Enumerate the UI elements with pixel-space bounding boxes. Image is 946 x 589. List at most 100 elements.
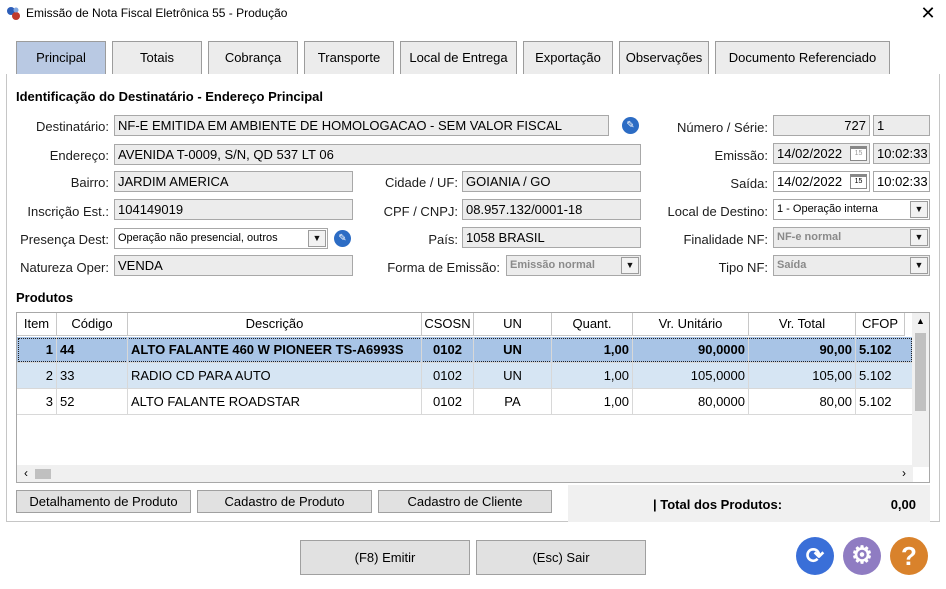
pais-field[interactable]: 1058 BRASIL: [462, 227, 641, 248]
numero-field[interactable]: 727: [773, 115, 870, 136]
emissao-label: Emissão:: [714, 148, 768, 163]
column-header-csosn[interactable]: CSOSN: [422, 313, 474, 336]
scroll-left-icon[interactable]: ‹: [19, 465, 33, 482]
scroll-up-icon[interactable]: ▲: [912, 313, 929, 330]
edit-presenca-icon[interactable]: ✎: [334, 230, 351, 247]
bairro-label: Bairro:: [70, 175, 109, 190]
cadastro-produto-button[interactable]: Cadastro de Produto: [197, 490, 372, 513]
cell-vr-unitario: 90,0000: [633, 337, 749, 363]
saida-time-field[interactable]: 10:02:33: [873, 171, 930, 192]
column-header-un[interactable]: UN: [474, 313, 552, 336]
cell-csosn: 0102: [422, 337, 474, 363]
tab-observacoes[interactable]: Observações: [619, 41, 709, 74]
tipo-nf-value: Saída: [777, 259, 807, 271]
column-header-descricao[interactable]: Descrição: [128, 313, 422, 336]
column-header-item[interactable]: Item: [17, 313, 57, 336]
cell-codigo: 52: [57, 389, 128, 415]
tab-exportacao[interactable]: Exportação: [523, 41, 613, 74]
vertical-scroll-thumb[interactable]: [915, 333, 926, 411]
column-header-vr-unitario[interactable]: Vr. Unitário: [633, 313, 749, 336]
section-title: Identificação do Destinatário - Endereço…: [16, 89, 324, 104]
total-bar: | Total dos Produtos: 0,00: [568, 485, 930, 522]
refresh-icon[interactable]: ⟳: [796, 537, 834, 575]
emitir-button[interactable]: (F8) Emitir: [300, 540, 470, 575]
presenca-value: Operação não presencial, outros: [118, 232, 278, 244]
endereco-field[interactable]: AVENIDA T-0009, S/N, QD 537 LT 06: [114, 144, 641, 165]
cell-descricao: RADIO CD PARA AUTO: [128, 363, 422, 389]
tab-documento-referenciado[interactable]: Documento Referenciado: [715, 41, 890, 74]
cell-item: 3: [17, 389, 57, 415]
cell-vr-total: 90,00: [749, 337, 856, 363]
cell-quant: 1,00: [552, 363, 633, 389]
sair-button[interactable]: (Esc) Sair: [476, 540, 646, 575]
cell-csosn: 0102: [422, 389, 474, 415]
inscricao-field[interactable]: 104149019: [114, 199, 353, 220]
saida-date-value: 14/02/2022: [777, 174, 843, 189]
tab-cobranca[interactable]: Cobrança: [208, 41, 298, 74]
destinatario-field[interactable]: NF-E EMITIDA EM AMBIENTE DE HOMOLOGACAO …: [114, 115, 609, 136]
close-button[interactable]: ✕: [912, 2, 944, 26]
cell-vr-unitario: 80,0000: [633, 389, 749, 415]
forma-emissao-select[interactable]: Emissão normal ▼: [506, 255, 641, 276]
horizontal-scrollbar[interactable]: ‹ ›: [17, 465, 913, 482]
cadastro-cliente-button[interactable]: Cadastro de Cliente: [378, 490, 552, 513]
horizontal-scroll-thumb[interactable]: [35, 469, 51, 479]
local-destino-select[interactable]: 1 - Operação interna ▼: [773, 199, 930, 220]
cell-quant: 1,00: [552, 389, 633, 415]
chevron-down-icon: ▼: [910, 229, 928, 246]
tab-totais[interactable]: Totais: [112, 41, 202, 74]
cell-item: 2: [17, 363, 57, 389]
cell-codigo: 33: [57, 363, 128, 389]
total-label: | Total dos Produtos:: [653, 497, 783, 512]
vertical-scrollbar[interactable]: ▲: [912, 313, 929, 467]
cell-un: UN: [474, 337, 552, 363]
table-row[interactable]: 1 44 ALTO FALANTE 460 W PIONEER TS-A6993…: [17, 337, 913, 363]
tipo-nf-label: Tipo NF:: [718, 260, 768, 275]
cell-cfop: 5.102: [856, 337, 913, 363]
edit-destinatario-icon[interactable]: ✎: [622, 117, 639, 134]
tab-local-entrega[interactable]: Local de Entrega: [400, 41, 517, 74]
cell-cfop: 5.102: [856, 363, 913, 389]
tab-transporte[interactable]: Transporte: [304, 41, 394, 74]
column-header-cfop[interactable]: CFOP: [856, 313, 905, 336]
emissao-time-field[interactable]: 10:02:33: [873, 143, 930, 164]
tab-principal[interactable]: Principal: [16, 41, 106, 74]
saida-date-field[interactable]: 14/02/2022 15: [773, 171, 870, 192]
help-icon[interactable]: ?: [890, 537, 928, 575]
settings-gear-icon[interactable]: ⚙: [843, 537, 881, 575]
cell-un: PA: [474, 389, 552, 415]
produtos-grid[interactable]: Item Código Descrição CSOSN UN Quant. Vr…: [16, 312, 930, 483]
cidade-uf-field[interactable]: GOIANIA / GO: [462, 171, 641, 192]
natureza-field[interactable]: VENDA: [114, 255, 353, 276]
table-row[interactable]: 3 52 ALTO FALANTE ROADSTAR 0102 PA 1,00 …: [17, 389, 913, 415]
destinatario-label: Destinatário:: [36, 119, 109, 134]
chevron-down-icon: ▼: [621, 257, 639, 274]
cell-un: UN: [474, 363, 552, 389]
cell-vr-unitario: 105,0000: [633, 363, 749, 389]
cpf-cnpj-field[interactable]: 08.957.132/0001-18: [462, 199, 641, 220]
endereco-label: Endereço:: [49, 148, 109, 163]
presenca-select[interactable]: Operação não presencial, outros ▼: [114, 228, 328, 249]
emissao-date-field[interactable]: 14/02/2022 15: [773, 143, 870, 164]
finalidade-select[interactable]: NF-e normal ▼: [773, 227, 930, 248]
scroll-right-icon[interactable]: ›: [897, 465, 911, 482]
title-bar: Emissão de Nota Fiscal Eletrônica 55 - P…: [0, 0, 946, 28]
cell-vr-total: 105,00: [749, 363, 856, 389]
produtos-title: Produtos: [16, 290, 74, 305]
finalidade-label: Finalidade NF:: [683, 232, 768, 247]
forma-emissao-label: Forma de Emissão:: [387, 260, 500, 275]
calendar-icon[interactable]: 15: [850, 174, 867, 189]
column-header-quant[interactable]: Quant.: [552, 313, 633, 336]
serie-field[interactable]: 1: [873, 115, 930, 136]
cell-descricao: ALTO FALANTE ROADSTAR: [128, 389, 422, 415]
calendar-icon[interactable]: 15: [850, 146, 867, 161]
table-row[interactable]: 2 33 RADIO CD PARA AUTO 0102 UN 1,00 105…: [17, 363, 913, 389]
detalhamento-produto-button[interactable]: Detalhamento de Produto: [16, 490, 191, 513]
column-header-codigo[interactable]: Código: [57, 313, 128, 336]
tipo-nf-select[interactable]: Saída ▼: [773, 255, 930, 276]
pais-label: País:: [428, 232, 458, 247]
inscricao-label: Inscrição Est.:: [27, 204, 109, 219]
bairro-field[interactable]: JARDIM AMERICA: [114, 171, 353, 192]
local-destino-value: 1 - Operação interna: [777, 203, 878, 215]
column-header-vr-total[interactable]: Vr. Total: [749, 313, 856, 336]
